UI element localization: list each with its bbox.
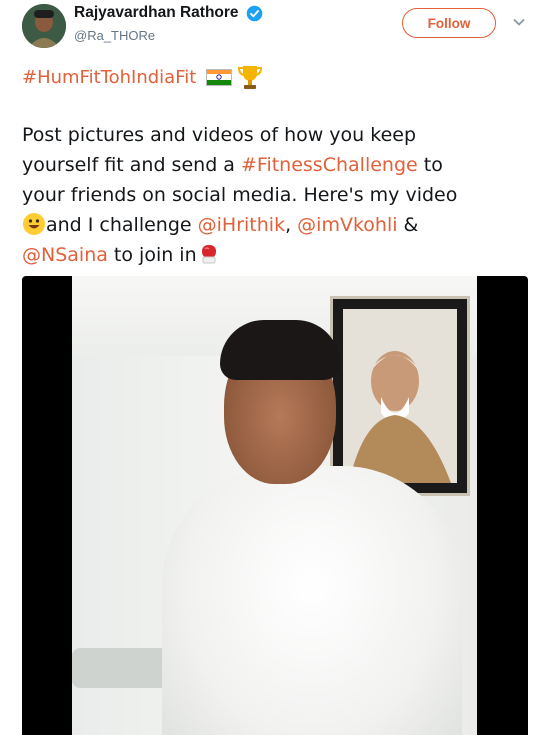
trophy-icon [238,66,263,89]
hashtag-line: #HumFitTohIndiaFit [22,63,264,91]
video-frame [72,276,477,735]
boxing-glove-icon [201,245,216,264]
tweet-text-segment: & [397,214,419,236]
tweet-text-segment: , [285,214,298,236]
tweet-link[interactable]: @iHrithik [198,214,285,236]
tweet-text-segment: to [417,154,443,176]
verified-badge-icon [246,5,263,22]
tweet-link[interactable]: @NSaina [22,244,108,266]
tweet-text-segment: Post pictures and videos of how you keep [22,124,417,146]
tweet-text-segment: your friends on social media. Here's my … [22,184,458,206]
video-player[interactable] [22,276,528,735]
tweet-text-segment: and I challenge [46,214,198,236]
tweet-link[interactable]: @imVkohli [297,214,397,236]
avatar[interactable] [22,4,66,48]
tweet-text-line: your friends on social media. Here's my … [22,180,537,210]
tweet-text-line: yourself fit and send a #FitnessChalleng… [22,150,537,180]
person [162,466,462,735]
tweet-header: Rajyavardhan Rathore @Ra_THORe Follow [0,0,551,56]
tweet-text-line: and I challenge @iHrithik, @imVkohli & [22,210,537,240]
chevron-down-icon[interactable] [512,15,526,29]
hashtag-link[interactable]: #HumFitTohIndiaFit [22,67,196,88]
tweet-text-segment: to join in [107,244,197,266]
tweet-text-line: Post pictures and videos of how you keep [22,120,537,150]
tweet-text: Post pictures and videos of how you keep… [22,120,537,270]
smiley-icon [23,213,45,235]
tweet-text-segment: yourself fit and send a [22,154,241,176]
tweet-link[interactable]: #FitnessChallenge [241,154,418,176]
author-name[interactable]: Rajyavardhan Rathore [74,4,239,22]
author-handle[interactable]: @Ra_THORe [74,28,155,43]
follow-button[interactable]: Follow [402,8,496,38]
tweet-text-line: @NSaina to join in [22,240,537,270]
india-flag-icon [206,68,233,86]
